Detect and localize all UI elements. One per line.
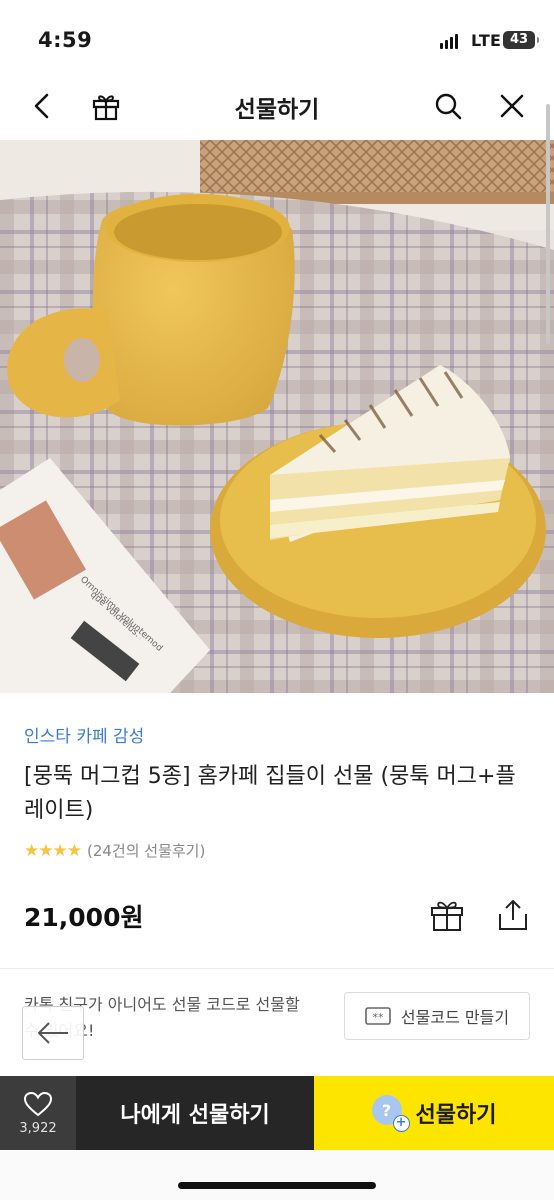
product-price: 21,000원 bbox=[24, 903, 144, 932]
network-label: LTE bbox=[471, 31, 502, 50]
plus-icon: + bbox=[392, 1115, 410, 1132]
close-icon[interactable] bbox=[494, 88, 530, 124]
status-bar: 4:59 LTE 43 bbox=[0, 0, 554, 70]
floating-back-button[interactable] bbox=[22, 1006, 84, 1060]
review-count[interactable]: (24건의 선물후기) bbox=[87, 840, 205, 861]
create-gift-code-button[interactable]: ** 선물코드 만들기 bbox=[344, 992, 530, 1040]
gift-to-self-button[interactable]: 나에게 선물하기 bbox=[76, 1076, 314, 1150]
status-time: 4:59 bbox=[38, 28, 93, 52]
signal-icon bbox=[440, 34, 458, 49]
gift-wrap-icon[interactable] bbox=[428, 896, 466, 934]
left-arrow-icon bbox=[38, 1022, 68, 1044]
bottom-action-bar: 3,922 나에게 선물하기 ? + 선물하기 bbox=[0, 1076, 554, 1150]
top-nav: 선물하기 bbox=[0, 72, 554, 140]
like-count: 3,922 bbox=[19, 1120, 57, 1136]
send-gift-label: 선물하기 bbox=[415, 1103, 497, 1128]
svg-text:**: ** bbox=[372, 1011, 384, 1024]
product-category[interactable]: 인스타 카페 감성 bbox=[24, 722, 144, 747]
send-gift-button[interactable]: ? + 선물하기 bbox=[314, 1076, 554, 1150]
page-title: 선물하기 bbox=[234, 97, 320, 123]
home-indicator[interactable] bbox=[178, 1182, 376, 1189]
product-title: [뭉뚝 머그컵 5종] 홈카페 집들이 선물 (뭉툭 머그+플레이트) bbox=[24, 764, 516, 823]
wishlist-button[interactable]: 3,922 bbox=[0, 1076, 76, 1150]
heart-icon bbox=[23, 1091, 53, 1116]
share-icon[interactable] bbox=[494, 896, 532, 934]
rating-row[interactable]: ★★★★ (24건의 선물후기) bbox=[24, 840, 205, 861]
create-gift-code-label: 선물코드 만들기 bbox=[400, 1008, 510, 1027]
section-divider bbox=[0, 968, 554, 969]
friend-avatar-icon: ? + bbox=[371, 1095, 410, 1132]
product-image[interactable]: Omnissime voluntemod que voloreius. bbox=[0, 140, 554, 693]
battery-icon: 43 bbox=[503, 31, 539, 49]
home-indicator-area bbox=[0, 1150, 554, 1200]
star-rating-icon: ★★★★ bbox=[24, 840, 82, 861]
scrollbar[interactable] bbox=[546, 104, 550, 344]
search-icon[interactable] bbox=[430, 88, 466, 124]
ticket-icon: ** bbox=[365, 1007, 391, 1025]
